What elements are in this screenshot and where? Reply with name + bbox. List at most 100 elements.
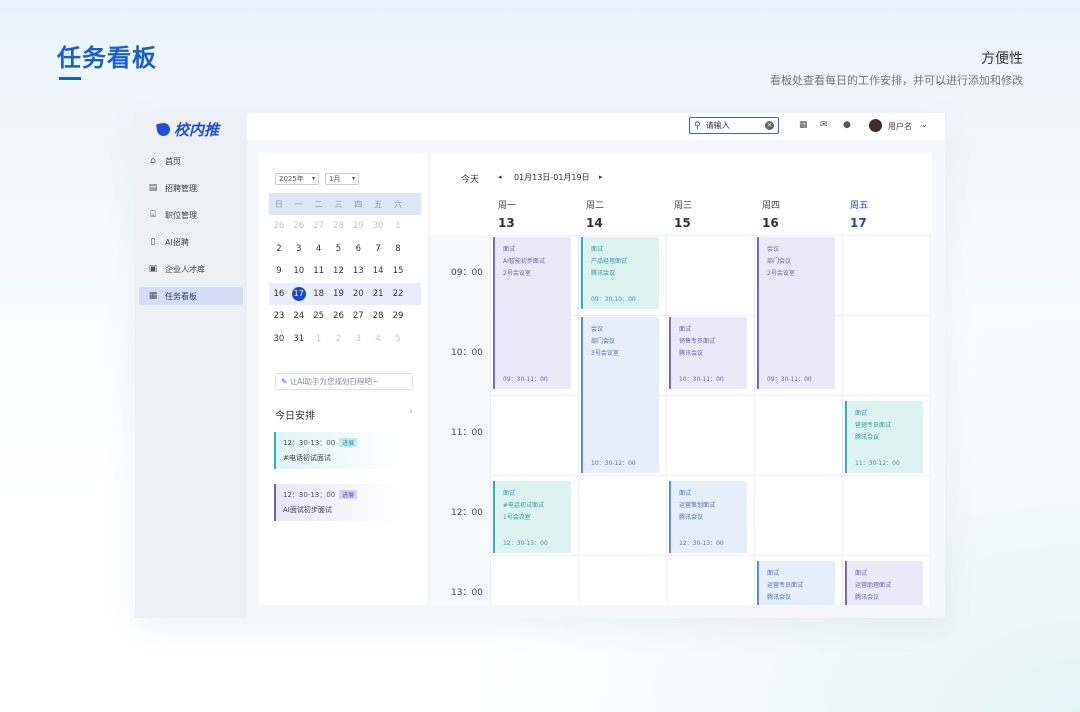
mini-calendar-day[interactable]: 26 <box>329 311 349 321</box>
year-select[interactable]: 2025年 ▾ <box>275 173 319 185</box>
mini-calendar-day[interactable]: 3 <box>348 334 368 344</box>
day-header-17[interactable]: 周五 17 <box>842 198 928 230</box>
calendar-event[interactable]: 面试 运营助理面试 腾讯会议 <box>845 561 923 605</box>
time-label: 09：00 <box>451 268 483 278</box>
home-icon: ⌂ <box>150 156 156 166</box>
clear-icon[interactable]: × <box>765 121 774 130</box>
day-header-15[interactable]: 周三 15 <box>666 198 752 230</box>
mini-calendar-day[interactable]: 3 <box>289 244 309 254</box>
day-header-16[interactable]: 周四 16 <box>754 198 840 230</box>
mini-calendar-day[interactable]: 8 <box>388 244 408 254</box>
mini-calendar-day[interactable]: 31 <box>289 334 309 344</box>
mini-calendar-day[interactable]: 2 <box>269 244 289 254</box>
mini-calendar-day[interactable]: 5 <box>329 244 349 254</box>
mini-calendar-day[interactable]: 20 <box>348 289 368 299</box>
sidebar-item-board[interactable]: ▦ 任务看板 <box>139 287 243 305</box>
mini-calendar-day[interactable]: 30 <box>269 334 289 344</box>
day-number: 29 <box>352 221 364 232</box>
day-name: 周二 <box>586 201 605 211</box>
day-divider <box>754 235 755 605</box>
mini-calendar-day[interactable]: 27 <box>348 311 368 321</box>
day-number: 4 <box>375 333 381 344</box>
mini-calendar-day[interactable]: 11 <box>309 266 329 276</box>
mini-calendar-day[interactable]: 12 <box>329 266 349 276</box>
month-select[interactable]: 1月 ▾ <box>325 173 359 185</box>
mini-calendar-day[interactable]: 29 <box>348 221 368 231</box>
calendar-event[interactable]: 面试 运营策划面试 腾讯会议 12：30-13：00 <box>669 481 747 553</box>
mini-calendar: 日一二三四五六 26 26 27 28 29 30 1 2 3 4 5 6 7 8 9 10 11 12 13 14 15… <box>269 193 421 350</box>
apps-grid-icon[interactable]: ▦ <box>799 120 808 130</box>
mini-calendar-day[interactable]: 6 <box>348 244 368 254</box>
day-number: 27 <box>313 221 325 232</box>
sidebar-item-document[interactable]: ▤ 招聘管理 <box>139 179 243 197</box>
mini-calendar-day[interactable]: 1 <box>309 334 329 344</box>
mini-calendar-week: 2 3 4 5 6 7 8 <box>269 238 421 261</box>
mini-calendar-day[interactable]: 15 <box>388 266 408 276</box>
day-divider <box>578 235 579 605</box>
help-icon[interactable]: ● <box>843 120 851 130</box>
avatar[interactable] <box>869 119 882 132</box>
mini-calendar-day[interactable]: 14 <box>368 266 388 276</box>
mini-calendar-day[interactable]: 19 <box>329 289 349 299</box>
mini-calendar-day[interactable]: 29 <box>388 311 408 321</box>
weekday-label: 六 <box>393 199 402 209</box>
mini-calendar-day[interactable]: 10 <box>289 266 309 276</box>
today-button[interactable]: 今天 <box>461 172 479 185</box>
mini-calendar-day[interactable]: 2 <box>329 334 349 344</box>
event-line: 面试 <box>855 410 868 417</box>
mini-calendar-day[interactable]: 1 <box>388 221 408 231</box>
mini-calendar-day[interactable]: 16 <box>269 289 289 299</box>
board-icon: ▦ <box>148 291 158 301</box>
mini-calendar-day[interactable]: 9 <box>269 266 289 276</box>
agenda-item[interactable]: 12：30-13：00 进展 #电话初试面试 <box>274 432 399 469</box>
calendar-event[interactable]: 面试 营销专员面试 腾讯会议 11：30-12：00 <box>845 401 923 473</box>
today-agenda-more-icon[interactable]: › <box>409 407 413 417</box>
mini-calendar-day[interactable]: 18 <box>309 289 329 299</box>
day-name: 周一 <box>498 201 517 211</box>
ai-assistant-icon: ✎ <box>281 377 288 386</box>
sidebar-item-home[interactable]: ⌂ 首页 <box>139 152 243 170</box>
username[interactable]: 用户名 <box>888 121 912 132</box>
mini-calendar-day[interactable]: 27 <box>309 221 329 231</box>
sidebar-item-ai-doc[interactable]: ▯ AI招聘 <box>139 233 243 251</box>
mini-calendar-day[interactable]: 7 <box>368 244 388 254</box>
calendar-event[interactable]: 面试 运营专员面试 腾讯会议 <box>757 561 835 605</box>
ai-assistant-input[interactable]: ✎ 让AI助手为您规划日程吧~ <box>275 373 413 390</box>
mini-calendar-day[interactable]: 13 <box>348 266 368 276</box>
day-header-14[interactable]: 周二 14 <box>578 198 664 230</box>
mini-calendar-day[interactable]: 28 <box>329 221 349 231</box>
mini-calendar-day[interactable]: 28 <box>368 311 388 321</box>
mini-calendar-day[interactable]: 22 <box>388 289 408 299</box>
notification-icon[interactable]: ✉ <box>820 120 828 130</box>
day-number: 16 <box>273 288 285 299</box>
mini-calendar-day[interactable]: 23 <box>269 311 289 321</box>
mini-calendar-day[interactable]: 24 <box>289 311 309 321</box>
day-header-13[interactable]: 周一 13 <box>490 198 576 230</box>
sidebar-item-talent[interactable]: ▣ 企业人才库 <box>139 260 243 278</box>
mini-calendar-day[interactable]: 26 <box>289 221 309 231</box>
calendar-event[interactable]: 会议 部门会议 2号会议室 09：30-11：00 <box>757 237 835 389</box>
agenda-item[interactable]: 12：30-13：00 进展 AI面试初步面试 <box>274 484 399 521</box>
mini-calendar-day[interactable]: 30 <box>368 221 388 231</box>
mini-calendar-day[interactable]: 25 <box>309 311 329 321</box>
mini-calendar-today[interactable]: 17 <box>289 286 309 301</box>
logo[interactable]: 校内推 <box>155 119 219 140</box>
prev-week-icon[interactable]: ◂ <box>498 173 502 181</box>
agenda-item-name: #电话初试面试 <box>283 454 331 462</box>
next-week-icon[interactable]: ▸ <box>599 173 603 181</box>
chevron-down-icon[interactable]: ⌄ <box>921 120 928 129</box>
sidebar-item-building[interactable]: ⌸ 职位管理 <box>139 206 243 224</box>
building-icon: ⌸ <box>150 210 156 220</box>
mini-calendar-day[interactable]: 4 <box>309 244 329 254</box>
calendar-event[interactable]: 面试 AI智能初步面试 2号会议室 09：30-11：00 <box>493 237 571 389</box>
calendar-event[interactable]: 面试 产品经理面试 腾讯会议 09：30-10：00 <box>581 237 659 309</box>
calendar-event[interactable]: 会议 部门会议 3号会议室 10：30-12：00 <box>581 317 659 473</box>
calendar-event[interactable]: 面试 #电话初试面试 1号会议室 12：30-13：00 <box>493 481 571 553</box>
mini-calendar-day[interactable]: 21 <box>368 289 388 299</box>
search-input[interactable]: ⚲ 请输入 × <box>689 117 779 134</box>
ai-input-placeholder: 让AI助手为您规划日程吧~ <box>289 377 379 386</box>
calendar-event[interactable]: 面试 销售专员面试 腾讯会议 10：30-11：00 <box>669 317 747 389</box>
mini-calendar-day[interactable]: 5 <box>388 334 408 344</box>
mini-calendar-day[interactable]: 4 <box>368 334 388 344</box>
mini-calendar-day[interactable]: 26 <box>269 221 289 231</box>
